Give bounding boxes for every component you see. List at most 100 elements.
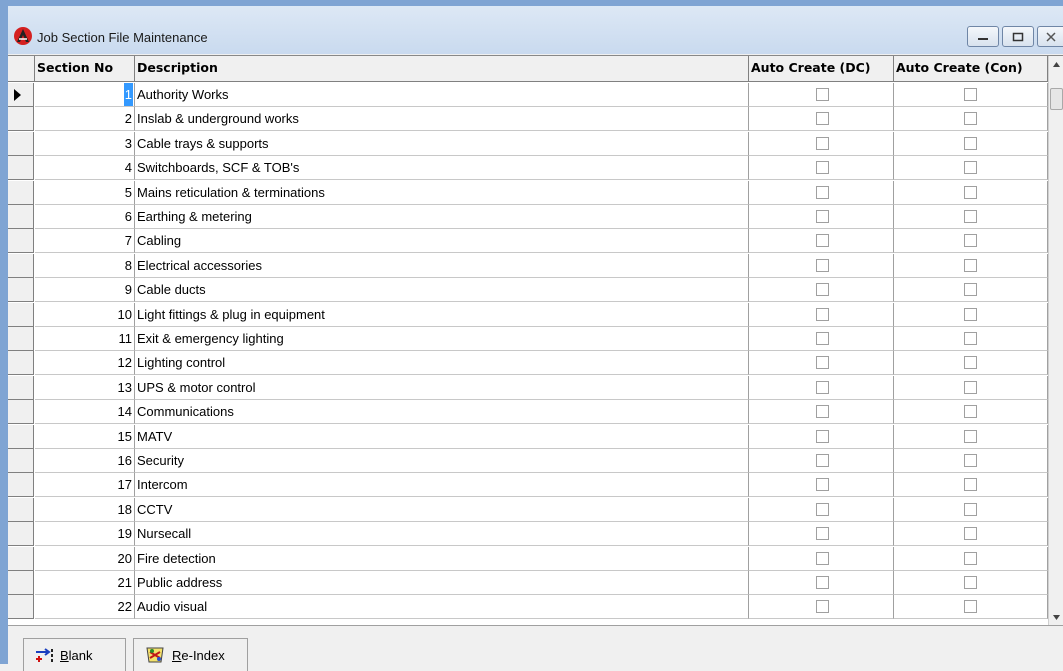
section-no-cell[interactable]: 19 — [35, 522, 135, 547]
auto-create-dc-checkbox[interactable] — [816, 502, 829, 516]
section-no-cell[interactable]: 8 — [35, 253, 135, 278]
title-bar[interactable]: Job Section File Maintenance — [8, 6, 1063, 54]
row-selector[interactable] — [8, 278, 34, 303]
row-selector[interactable] — [8, 107, 34, 132]
auto-create-dc-checkbox[interactable] — [816, 112, 829, 126]
section-no-cell[interactable]: 7 — [35, 229, 135, 254]
row-selector[interactable] — [8, 302, 34, 327]
row-selector[interactable] — [8, 253, 34, 278]
row-selector[interactable] — [8, 546, 34, 571]
row-selector[interactable] — [8, 205, 34, 229]
column-header-description[interactable]: Description — [135, 56, 749, 82]
auto-create-dc-checkbox[interactable] — [816, 161, 829, 175]
description-cell[interactable]: Exit & emergency lighting — [135, 327, 749, 351]
column-header-auto-create-dc[interactable]: Auto Create (DC) — [749, 56, 894, 82]
description-cell[interactable]: Electrical accessories — [135, 253, 749, 278]
section-no-cell[interactable]: 11 — [35, 327, 135, 351]
section-no-cell[interactable]: 18 — [35, 497, 135, 522]
description-cell[interactable]: Light fittings & plug in equipment — [135, 302, 749, 327]
scroll-up-button[interactable] — [1049, 56, 1063, 73]
description-cell[interactable]: Communications — [135, 400, 749, 425]
auto-create-con-checkbox[interactable] — [964, 332, 977, 345]
auto-create-con-checkbox[interactable] — [964, 405, 977, 419]
auto-create-con-checkbox[interactable] — [964, 234, 977, 248]
section-no-cell[interactable]: 1 — [35, 83, 135, 107]
auto-create-dc-checkbox[interactable] — [816, 88, 829, 101]
row-selector[interactable] — [8, 497, 34, 522]
auto-create-con-checkbox[interactable] — [964, 600, 977, 614]
row-selector[interactable] — [8, 229, 34, 254]
auto-create-con-checkbox[interactable] — [964, 527, 977, 541]
auto-create-con-checkbox[interactable] — [964, 502, 977, 516]
auto-create-con-checkbox[interactable] — [964, 136, 977, 150]
description-cell[interactable]: Cabling — [135, 229, 749, 254]
description-cell[interactable]: Audio visual — [135, 595, 749, 620]
section-no-cell[interactable]: 15 — [35, 424, 135, 449]
auto-create-dc-checkbox[interactable] — [816, 210, 829, 223]
row-selector[interactable] — [8, 424, 34, 449]
section-no-cell[interactable]: 20 — [35, 546, 135, 571]
section-no-cell[interactable]: 12 — [35, 351, 135, 376]
blank-button[interactable]: Blank — [23, 638, 126, 671]
row-selector[interactable] — [8, 351, 34, 376]
row-selector[interactable] — [8, 449, 34, 473]
auto-create-con-checkbox[interactable] — [964, 258, 977, 272]
auto-create-con-checkbox[interactable] — [964, 551, 977, 565]
auto-create-con-checkbox[interactable] — [964, 88, 977, 101]
auto-create-con-checkbox[interactable] — [964, 283, 977, 297]
auto-create-con-checkbox[interactable] — [964, 161, 977, 175]
description-cell[interactable]: Cable ducts — [135, 278, 749, 303]
description-cell[interactable]: Authority Works — [135, 83, 749, 107]
auto-create-con-checkbox[interactable] — [964, 112, 977, 126]
description-cell[interactable]: Nursecall — [135, 522, 749, 547]
description-cell[interactable]: Mains reticulation & terminations — [135, 180, 749, 205]
description-cell[interactable]: Intercom — [135, 473, 749, 498]
auto-create-dc-checkbox[interactable] — [816, 600, 829, 614]
description-cell[interactable]: MATV — [135, 424, 749, 449]
auto-create-dc-checkbox[interactable] — [816, 454, 829, 467]
auto-create-dc-checkbox[interactable] — [816, 576, 829, 589]
auto-create-dc-checkbox[interactable] — [816, 136, 829, 150]
row-selector[interactable] — [8, 522, 34, 547]
row-selector[interactable] — [8, 595, 34, 620]
scrollbar-thumb[interactable] — [1050, 88, 1063, 110]
scroll-down-button[interactable] — [1049, 609, 1063, 625]
row-selector[interactable] — [8, 473, 34, 498]
description-cell[interactable]: Cable trays & supports — [135, 131, 749, 156]
row-selector[interactable] — [8, 327, 34, 351]
section-no-cell[interactable]: 10 — [35, 302, 135, 327]
section-no-cell[interactable]: 6 — [35, 205, 135, 229]
auto-create-con-checkbox[interactable] — [964, 185, 977, 199]
auto-create-con-checkbox[interactable] — [964, 429, 977, 443]
section-no-cell[interactable]: 16 — [35, 449, 135, 473]
auto-create-dc-checkbox[interactable] — [816, 283, 829, 297]
row-selector[interactable] — [8, 375, 34, 400]
close-button[interactable] — [1037, 26, 1063, 47]
description-cell[interactable]: Security — [135, 449, 749, 473]
reindex-button[interactable]: Re-Index — [133, 638, 248, 671]
section-no-cell[interactable]: 2 — [35, 107, 135, 132]
auto-create-con-checkbox[interactable] — [964, 210, 977, 223]
description-cell[interactable]: Fire detection — [135, 546, 749, 571]
row-selector[interactable] — [8, 400, 34, 425]
auto-create-dc-checkbox[interactable] — [816, 356, 829, 370]
auto-create-dc-checkbox[interactable] — [816, 551, 829, 565]
section-no-cell[interactable]: 17 — [35, 473, 135, 498]
column-header-auto-create-con[interactable]: Auto Create (Con) — [894, 56, 1048, 82]
auto-create-dc-checkbox[interactable] — [816, 478, 829, 492]
auto-create-con-checkbox[interactable] — [964, 454, 977, 467]
row-selector[interactable] — [8, 83, 34, 107]
auto-create-dc-checkbox[interactable] — [816, 258, 829, 272]
section-no-cell[interactable]: 14 — [35, 400, 135, 425]
auto-create-dc-checkbox[interactable] — [816, 405, 829, 419]
auto-create-con-checkbox[interactable] — [964, 478, 977, 492]
row-selector[interactable] — [8, 571, 34, 595]
auto-create-dc-checkbox[interactable] — [816, 527, 829, 541]
description-cell[interactable]: Inslab & underground works — [135, 107, 749, 132]
vertical-scrollbar[interactable] — [1048, 56, 1063, 625]
auto-create-dc-checkbox[interactable] — [816, 332, 829, 345]
description-cell[interactable]: Switchboards, SCF & TOB's — [135, 156, 749, 181]
description-cell[interactable]: Earthing & metering — [135, 205, 749, 229]
row-selector[interactable] — [8, 131, 34, 156]
section-no-cell[interactable]: 22 — [35, 595, 135, 620]
